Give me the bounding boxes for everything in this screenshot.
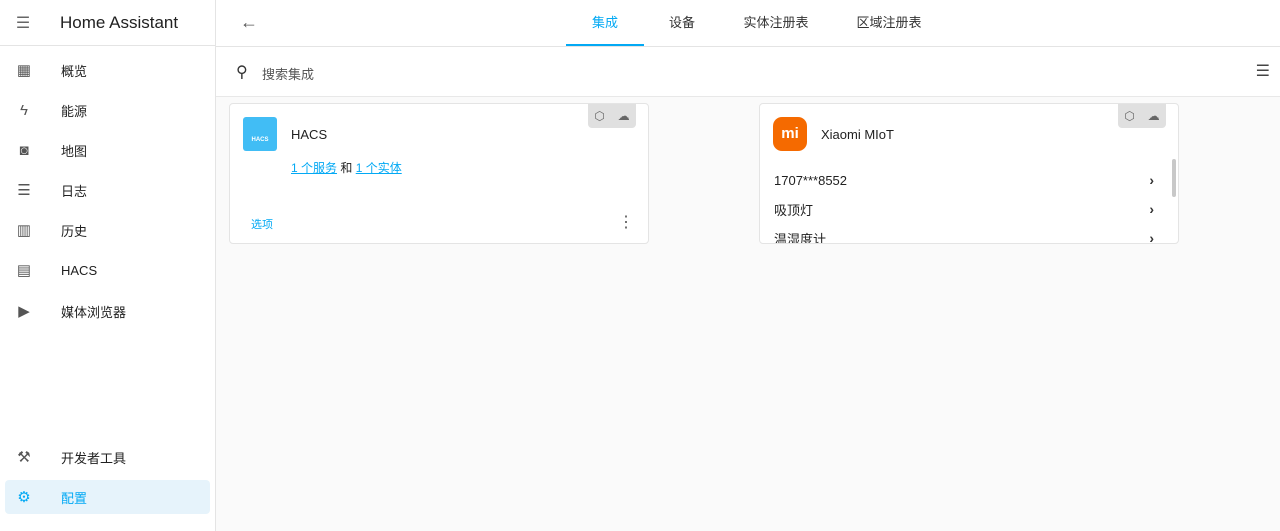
badges: ⬡ ☁: [1118, 104, 1166, 128]
tab-entities[interactable]: 实体注册表: [736, 0, 816, 46]
back-arrow-icon[interactable]: ←: [240, 12, 258, 33]
chevron-right-icon: ›: [1149, 201, 1154, 217]
tab-devices[interactable]: 设备: [656, 0, 708, 46]
sidebar-header: ☰ Home Assistant: [0, 0, 215, 46]
sidebar-item-energy[interactable]: ϟ 能源: [5, 93, 210, 127]
sidebar-item-hacs[interactable]: ▤ HACS: [5, 253, 210, 287]
xiaomi-logo: mi: [773, 117, 807, 151]
list-icon: ☰: [17, 182, 31, 199]
cloud-icon: ☁: [617, 109, 630, 123]
services-link[interactable]: 1 个服务: [291, 161, 337, 175]
sidebar-item-overview[interactable]: ▦ 概览: [5, 53, 210, 87]
integration-name: Xiaomi MIoT: [821, 127, 894, 142]
top-bar: ← 集成 设备 实体注册表 区域注册表: [216, 0, 1280, 47]
search-input[interactable]: 搜索集成: [262, 64, 314, 83]
tab-areas[interactable]: 区域注册表: [849, 0, 929, 46]
more-options-icon[interactable]: ⋮: [618, 212, 634, 232]
options-button[interactable]: 选项: [251, 216, 273, 232]
app-title: Home Assistant: [60, 12, 179, 32]
custom-package-icon: ⬡: [1124, 109, 1135, 123]
config-entry-row[interactable]: 温湿度计 ›: [774, 224, 1154, 244]
config-entry-row[interactable]: 1707***8552 ›: [774, 166, 1154, 194]
scrollbar[interactable]: [1172, 159, 1176, 197]
sidebar: ☰ Home Assistant ▦ 概览 ϟ 能源 ◙ 地图 ☰ 日志 ▥ 历史 ▤ HA…: [0, 0, 216, 531]
menu-icon[interactable]: ☰: [0, 13, 46, 33]
hammer-icon: ⚒: [17, 449, 31, 466]
gear-icon: ⚙: [17, 489, 31, 506]
search-icon: ⚲: [236, 64, 248, 81]
sidebar-item-media[interactable]: ▶ 媒体浏览器: [5, 294, 210, 328]
lightning-icon: ϟ: [20, 101, 28, 119]
filter-icon[interactable]: ☰: [1256, 61, 1270, 81]
cloud-icon: ☁: [1147, 109, 1160, 123]
hacs-logo: HACS: [243, 117, 277, 151]
chevron-right-icon: ›: [1149, 230, 1154, 244]
integration-card-xiaomi: ⬡ ☁ mi Xiaomi MIoT 1707***8552 › 吸顶灯 › 温湿度计…: [759, 103, 1179, 244]
integration-card-hacs: ⬡ ☁ HACS HACS 1 个服务 和 1 个实体 选项 ⋮: [229, 103, 649, 244]
integration-name: HACS: [291, 127, 328, 142]
dashboard-icon: ▦: [16, 62, 32, 79]
custom-package-icon: ⬡: [594, 109, 605, 123]
sidebar-item-config[interactable]: ⚙ 配置: [5, 480, 210, 514]
chevron-right-icon: ›: [1149, 172, 1154, 188]
config-entry-row[interactable]: 吸顶灯 ›: [774, 195, 1154, 223]
map-icon: ◙: [19, 141, 29, 159]
sidebar-item-map[interactable]: ◙ 地图: [5, 133, 210, 167]
media-icon: ▶: [18, 303, 30, 320]
hacs-icon: ▤: [16, 262, 32, 279]
tab-integrations[interactable]: 集成: [566, 0, 644, 46]
sidebar-item-developer-tools[interactable]: ⚒ 开发者工具: [5, 440, 210, 474]
badges: ⬡ ☁: [588, 104, 636, 128]
integration-links: 1 个服务 和 1 个实体: [291, 161, 402, 175]
search-bar[interactable]: ⚲ 搜索集成 ☰: [216, 47, 1280, 97]
sidebar-item-history[interactable]: ▥ 历史: [5, 213, 210, 247]
entities-link[interactable]: 1 个实体: [356, 161, 402, 175]
sidebar-item-logbook[interactable]: ☰ 日志: [5, 173, 210, 207]
chart-icon: ▥: [16, 222, 32, 239]
